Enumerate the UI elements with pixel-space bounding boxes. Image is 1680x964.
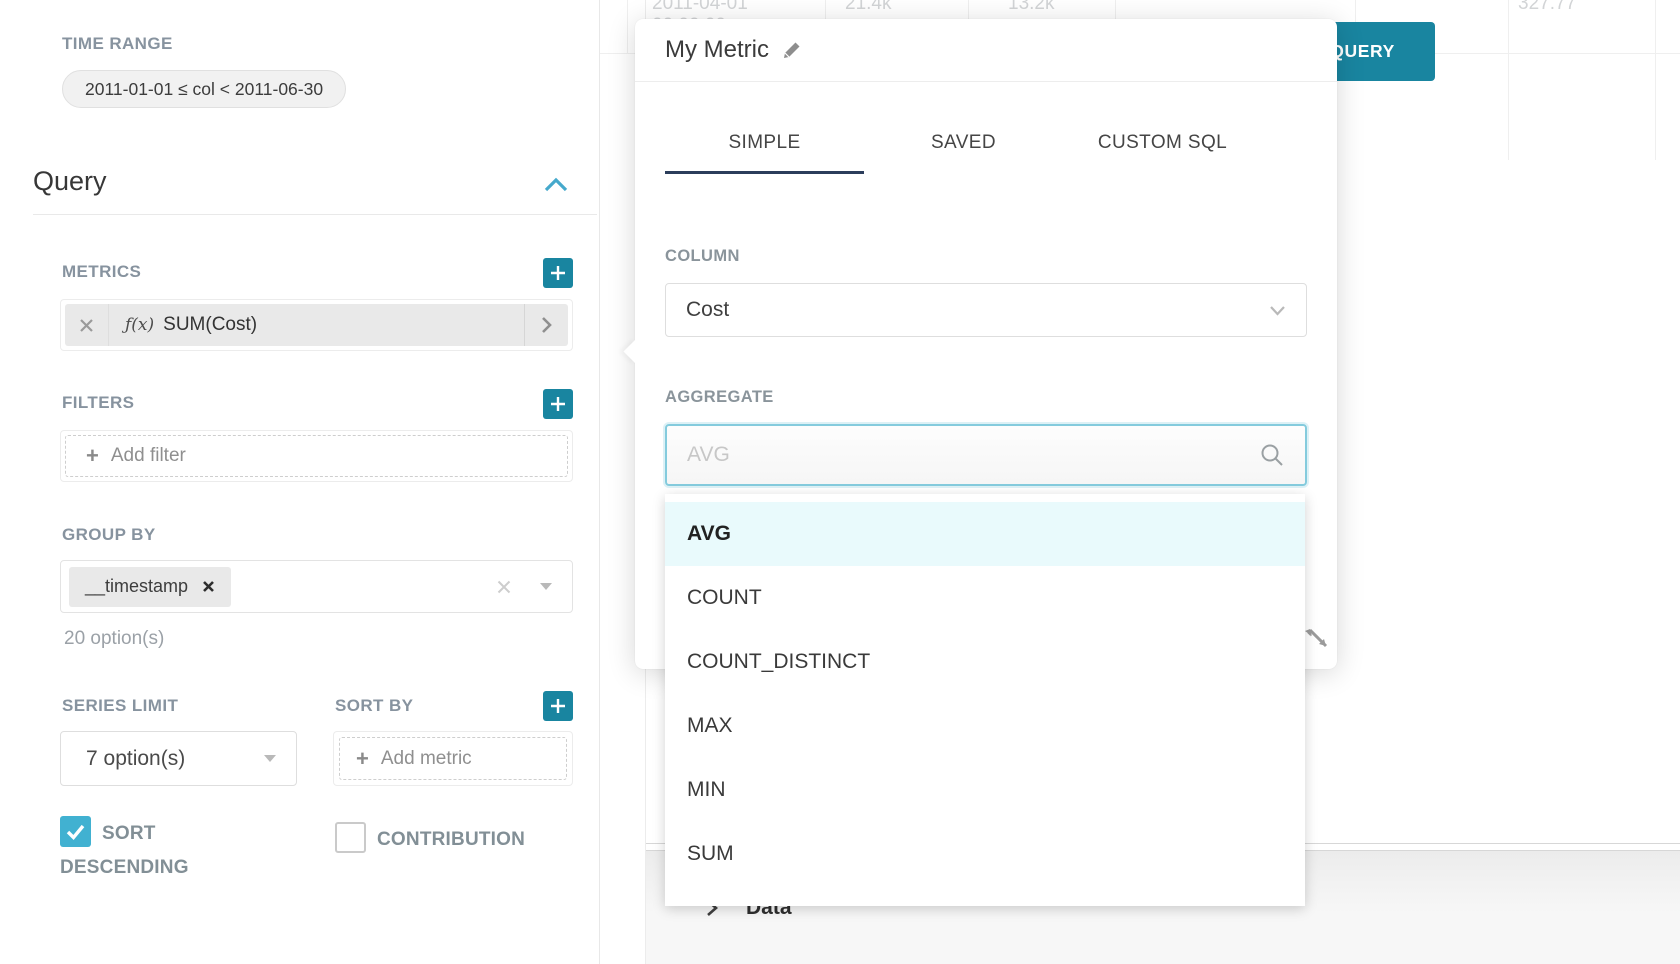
table-cell-value: 21.4k (845, 0, 891, 15)
add-sort-metric-dropzone[interactable]: + Add metric (339, 737, 567, 780)
resize-icon[interactable] (1304, 624, 1332, 652)
table-gridline (1655, 0, 1656, 160)
time-range-label: TIME RANGE (62, 34, 173, 54)
contribution-option[interactable]: CONTRIBUTION (335, 822, 595, 857)
search-icon (1259, 442, 1285, 468)
add-sort-metric-button[interactable] (543, 691, 573, 721)
tab-simple[interactable]: SIMPLE (665, 117, 864, 174)
group-by-options-hint: 20 option(s) (64, 628, 164, 650)
metric-name: SUM(Cost) (163, 314, 257, 336)
plus-icon: + (86, 445, 99, 467)
section-divider (33, 214, 597, 215)
metrics-label: METRICS (62, 262, 141, 282)
caret-down-icon[interactable] (540, 583, 552, 590)
add-filter-placeholder: Add filter (111, 445, 186, 467)
aggregate-option-count-distinct[interactable]: COUNT_DISTINCT (665, 630, 1305, 694)
control-panel: TIME RANGE 2011-01-01 ≤ col < 2011-06-30… (0, 0, 600, 964)
fx-icon: ƒ(x) (125, 315, 154, 335)
series-limit-label: SERIES LIMIT (62, 696, 178, 716)
group-by-select[interactable]: __timestamp (60, 560, 573, 613)
aggregate-combobox[interactable] (665, 424, 1307, 486)
expand-metric-icon[interactable] (524, 304, 568, 346)
plus-icon (550, 396, 566, 412)
remove-metric-icon[interactable] (65, 304, 109, 346)
column-select-value: Cost (686, 298, 729, 322)
add-filter-button[interactable] (543, 389, 573, 419)
popover-header: My Metric (635, 19, 1337, 82)
table-cell-value: 13.2k (1008, 0, 1054, 15)
metric-pill-label[interactable]: ƒ(x) SUM(Cost) (109, 304, 524, 346)
popover-tabs: SIMPLE SAVED CUSTOM SQL (665, 117, 1262, 174)
table-gridline (627, 0, 628, 53)
filters-field: + Add filter (60, 430, 573, 482)
aggregate-option-count[interactable]: COUNT (665, 566, 1305, 630)
contribution-checkbox[interactable] (335, 822, 366, 853)
aggregate-option-avg[interactable]: AVG (665, 502, 1305, 566)
plus-icon (550, 265, 566, 281)
aggregate-label: AGGREGATE (665, 388, 774, 407)
sort-descending-option[interactable]: SORT DESCENDING (60, 816, 265, 885)
metrics-field: ƒ(x) SUM(Cost) (60, 299, 573, 351)
table-cell-value: 327.77 (1518, 0, 1576, 15)
table-cell-timestamp: 2011-04-01 (652, 0, 748, 15)
column-label: COLUMN (665, 247, 740, 266)
group-by-tag-label: __timestamp (85, 576, 188, 597)
series-limit-select[interactable]: 7 option(s) (60, 731, 297, 786)
query-section-title: Query (33, 166, 107, 197)
plus-icon (550, 698, 566, 714)
add-sort-metric-placeholder: Add metric (381, 748, 472, 770)
aggregate-input[interactable] (687, 443, 1247, 467)
clear-select-icon[interactable] (496, 579, 512, 595)
series-limit-value: 7 option(s) (86, 747, 185, 771)
tab-saved[interactable]: SAVED (864, 117, 1063, 174)
filters-label: FILTERS (62, 393, 134, 413)
metric-pill[interactable]: ƒ(x) SUM(Cost) (65, 304, 568, 346)
time-range-value[interactable]: 2011-01-01 ≤ col < 2011-06-30 (62, 70, 346, 108)
column-select[interactable]: Cost (665, 283, 1307, 337)
metric-title: My Metric (665, 36, 769, 64)
aggregate-option-sum[interactable]: SUM (665, 822, 1305, 886)
sort-by-label: SORT BY (335, 696, 413, 716)
add-filter-dropzone[interactable]: + Add filter (65, 435, 568, 477)
sort-by-field: + Add metric (333, 731, 573, 786)
sort-descending-checkbox[interactable] (60, 816, 91, 847)
explore-view: 2011-04-01 00:00:00 21.4k 13.2k 327.77 R… (0, 0, 1680, 964)
plus-icon: + (356, 748, 369, 770)
remove-tag-icon[interactable] (202, 580, 215, 593)
table-gridline (1508, 0, 1509, 160)
aggregate-option-min[interactable]: MIN (665, 758, 1305, 822)
aggregate-option-max[interactable]: MAX (665, 694, 1305, 758)
caret-down-icon (264, 755, 276, 762)
contribution-label: CONTRIBUTION (377, 829, 525, 850)
group-by-tag[interactable]: __timestamp (69, 567, 231, 607)
add-metric-button[interactable] (543, 258, 573, 288)
checkmark-icon (60, 816, 91, 847)
tab-custom-sql[interactable]: CUSTOM SQL (1063, 117, 1262, 174)
aggregate-options-menu: AVG COUNT COUNT_DISTINCT MAX MIN SUM (665, 494, 1305, 906)
select-chevron-icon (1269, 305, 1286, 316)
chevron-up-icon[interactable] (543, 176, 569, 194)
pencil-icon[interactable] (781, 39, 803, 61)
group-by-label: GROUP BY (62, 525, 156, 545)
